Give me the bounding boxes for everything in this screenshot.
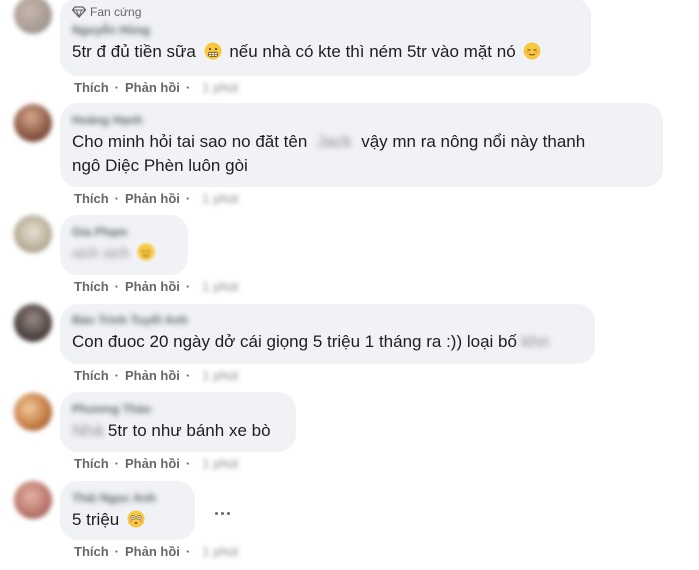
- like-link[interactable]: Thích: [74, 190, 109, 208]
- comment-actions: Thích · Phản hồi · 1 phút: [74, 367, 239, 385]
- comment-text: Con đuoc 20 ngày dở cái giọng 5 triệu 1 …: [72, 332, 550, 351]
- comment-text: Cho minh hỏi tai sao no đăt tên Jack vậy…: [72, 132, 586, 175]
- comment-author[interactable]: Bảo Trinh Tuyết Anh: [72, 312, 583, 328]
- avatar[interactable]: [14, 393, 52, 431]
- comment-actions: Thích · Phản hồi · 1 phút: [74, 543, 239, 561]
- comment-actions: Thích · Phản hồi · 1 phút: [74, 190, 239, 208]
- comment-author[interactable]: Phương Thảo: [72, 401, 284, 417]
- avatar[interactable]: [14, 481, 52, 519]
- comment-bubble: Gia Phạm xịch xịch: [60, 215, 188, 275]
- like-link[interactable]: Thích: [74, 455, 109, 473]
- like-link[interactable]: Thích: [74, 79, 109, 97]
- diamond-icon: [72, 6, 86, 18]
- comment-text: Nhà 5tr to như bánh xe bò: [72, 421, 271, 440]
- comment-actions: Thích · Phản hồi · 1 phút: [74, 455, 239, 473]
- comment-time[interactable]: 1 phút: [202, 543, 238, 561]
- comment-author[interactable]: Nguyễn Hùng: [72, 22, 579, 38]
- relieved-emoji: [137, 243, 155, 261]
- comment-time[interactable]: 1 phút: [202, 190, 238, 208]
- comment-text: 5 triệu: [72, 508, 183, 532]
- comment-bubble: Phương Thảo Nhà 5tr to như bánh xe bò: [60, 392, 296, 452]
- grimacing-emoji: [204, 42, 222, 60]
- flushed-emoji: [127, 510, 145, 528]
- avatar[interactable]: [14, 304, 52, 342]
- avatar[interactable]: [14, 104, 52, 142]
- reply-link[interactable]: Phản hồi: [125, 79, 180, 97]
- like-link[interactable]: Thích: [74, 543, 109, 561]
- comment-bubble: Fan cứng Nguyễn Hùng 5tr đ đủ tiền sữa n…: [60, 0, 591, 76]
- more-dots-icon[interactable]: [210, 505, 234, 521]
- comment-time[interactable]: 1 phút: [202, 455, 238, 473]
- avatar[interactable]: [14, 215, 52, 253]
- comment-bubble: Thái Ngọc Anh 5 triệu: [60, 481, 195, 540]
- comment-time[interactable]: 1 phút: [202, 367, 238, 385]
- like-link[interactable]: Thích: [74, 367, 109, 385]
- comment-author[interactable]: Hoàng Hạnh: [72, 112, 651, 128]
- comment-time[interactable]: 1 phút: [202, 278, 238, 296]
- fan-badge: Fan cứng: [72, 4, 579, 20]
- reply-link[interactable]: Phản hồi: [125, 455, 180, 473]
- comment-bubble: Bảo Trinh Tuyết Anh Con đuoc 20 ngày dở …: [60, 304, 595, 364]
- comment-actions: Thích · Phản hồi · 1 phút: [74, 278, 239, 296]
- reply-link[interactable]: Phản hồi: [125, 543, 180, 561]
- comment-actions: Thích · Phản hồi · 1 phút: [74, 79, 239, 97]
- comment-text: 5tr đ đủ tiền sữa nếu nhà có kte thì ném…: [72, 40, 579, 64]
- reply-link[interactable]: Phản hồi: [125, 367, 180, 385]
- comment-author[interactable]: Thái Ngọc Anh: [72, 490, 183, 506]
- comment-bubble: Hoàng Hạnh Cho minh hỏi tai sao no đăt t…: [60, 103, 663, 187]
- reply-link[interactable]: Phản hồi: [125, 278, 180, 296]
- like-link[interactable]: Thích: [74, 278, 109, 296]
- avatar[interactable]: [14, 0, 52, 34]
- reply-link[interactable]: Phản hồi: [125, 190, 180, 208]
- comment-text: xịch xịch: [72, 242, 176, 266]
- relieved-emoji: [523, 42, 541, 60]
- comment-time[interactable]: 1 phút: [202, 79, 238, 97]
- badge-label: Fan cứng: [90, 5, 142, 19]
- comment-author[interactable]: Gia Phạm: [72, 224, 176, 240]
